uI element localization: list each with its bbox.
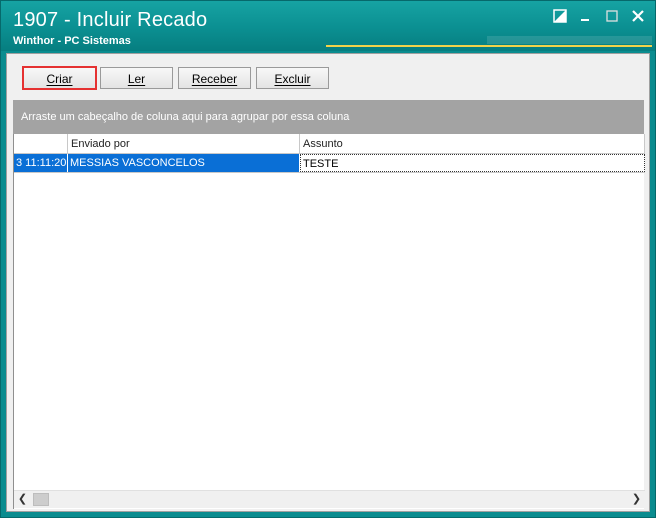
title-bar[interactable]: 1907 - Incluir Recado Winthor - PC Siste… [1, 1, 655, 51]
minimize-icon[interactable] [579, 9, 595, 25]
receber-button[interactable]: Receber [178, 67, 251, 89]
ler-button[interactable]: Ler [100, 67, 173, 89]
app-window: 1907 - Incluir Recado Winthor - PC Siste… [0, 0, 656, 518]
window-subtitle: Winthor - PC Sistemas [13, 35, 131, 47]
grid-header: Enviado por Assunto [14, 134, 645, 154]
window-controls [553, 9, 647, 25]
row-time-cell[interactable]: 3 11:11:20 [14, 154, 68, 172]
scrollbar-thumb[interactable] [33, 493, 49, 506]
column-header-assunto[interactable]: Assunto [300, 134, 645, 153]
title-decoration-line [326, 45, 652, 47]
client-area: Criar Ler Receber Excluir Arraste um cab… [6, 53, 650, 512]
excluir-button[interactable]: Excluir [256, 67, 329, 89]
title-decoration-band [487, 36, 652, 44]
chevron-right-icon[interactable]: ❯ [628, 491, 645, 508]
toolbar: Criar Ler Receber Excluir [7, 54, 649, 99]
window-title: 1907 - Incluir Recado [13, 9, 208, 31]
group-by-panel[interactable]: Arraste um cabeçalho de coluna aqui para… [13, 100, 644, 134]
messages-grid[interactable]: Enviado por Assunto 3 11:11:20 MESSIAS V… [13, 134, 645, 509]
horizontal-scrollbar[interactable]: ❮ ❯ [14, 490, 645, 508]
maximize-icon[interactable] [605, 9, 621, 25]
chevron-left-icon[interactable]: ❮ [14, 491, 31, 508]
restore-icon[interactable] [553, 9, 569, 25]
criar-button[interactable]: Criar [22, 66, 97, 90]
row-subject-cell[interactable]: TESTE [300, 154, 645, 172]
column-header-enviado-por[interactable]: Enviado por [68, 134, 300, 153]
close-icon[interactable] [631, 9, 647, 25]
row-sender-cell[interactable]: MESSIAS VASCONCELOS [68, 154, 300, 172]
column-header-date[interactable] [14, 134, 68, 153]
table-row[interactable]: 3 11:11:20 MESSIAS VASCONCELOS TESTE [14, 154, 645, 173]
